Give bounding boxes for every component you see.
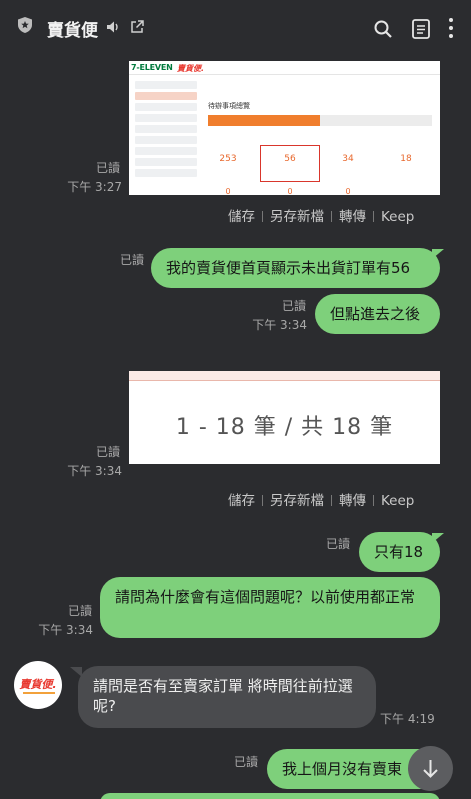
read-receipt: 已讀: [325, 537, 350, 551]
timestamp: 下午 3:34: [252, 318, 307, 332]
timestamp: 下午 3:27: [67, 180, 122, 194]
outgoing-message-partial[interactable]: [100, 793, 440, 799]
count-value: 0: [225, 187, 231, 195]
save-as-link[interactable]: 另存新檔: [270, 493, 324, 509]
search-icon[interactable]: [373, 19, 393, 39]
highlight-box: [260, 145, 320, 182]
screenshot-sidebar: [135, 81, 197, 180]
external-link-icon[interactable]: [129, 19, 145, 35]
count-value: 18: [400, 154, 412, 164]
outgoing-message[interactable]: 請問為什麼會有這個問題呢？以前使用都正常: [100, 577, 440, 638]
save-as-link[interactable]: 另存新檔: [270, 209, 324, 225]
brand-logo: 賣貨便.: [177, 64, 205, 73]
count-value: 34: [342, 154, 354, 164]
chevron-down-icon: [423, 760, 438, 778]
count-value: 0: [287, 187, 293, 195]
incoming-message[interactable]: 請問是否有至賣家訂單 將時間往前拉選呢?: [78, 666, 376, 728]
count-value: 0: [345, 187, 351, 195]
keep-link[interactable]: Keep: [381, 209, 414, 225]
image-message-2[interactable]: 1 - 18 筆 / 共 18 筆: [129, 371, 440, 464]
timestamp: 下午 3:34: [38, 623, 93, 637]
forward-link[interactable]: 轉傳: [339, 493, 366, 509]
read-receipt: 已讀: [119, 253, 144, 267]
read-receipt: 已讀: [95, 161, 120, 175]
image-actions: 儲存 另存新檔 轉傳 Keep: [228, 489, 414, 509]
save-link[interactable]: 儲存: [228, 493, 255, 509]
read-receipt: 已讀: [233, 755, 258, 769]
shield-icon: [18, 17, 32, 33]
image-band: [129, 371, 440, 381]
count-value: 253: [219, 154, 237, 164]
forward-link[interactable]: 轉傳: [339, 209, 366, 225]
screenshot-main: 待辦事項總覽 253 56 34 18 0 0 0: [206, 77, 438, 195]
read-receipt: 已讀: [67, 604, 92, 618]
read-receipt: 已讀: [281, 299, 306, 313]
outgoing-message[interactable]: 我的賣貨便首頁顯示未出貨訂單有56: [151, 248, 440, 288]
chat-title[interactable]: 賣貨便: [47, 16, 98, 41]
avatar-logo: 賣貨便.: [19, 678, 57, 691]
more-icon[interactable]: [447, 17, 455, 39]
screenshot-heading: 待辦事項總覽: [208, 102, 250, 110]
notes-icon[interactable]: [411, 18, 431, 40]
timestamp: 下午 4:19: [380, 712, 435, 726]
message-text: 但點進去之後: [330, 305, 421, 323]
image-actions: 儲存 另存新檔 轉傳 Keep: [228, 205, 414, 225]
avatar[interactable]: 賣貨便.: [14, 661, 62, 709]
screenshot-topbar: 7-ELEVEN 賣貨便.: [129, 61, 440, 75]
save-link[interactable]: 儲存: [228, 209, 255, 225]
pagination-text: 1 - 18 筆 / 共 18 筆: [175, 415, 394, 440]
message-text: 只有18: [374, 543, 424, 561]
message-text: 請問是否有至賣家訂單 將時間往前拉選呢?: [93, 677, 353, 715]
speaker-icon[interactable]: [105, 19, 121, 35]
outgoing-message[interactable]: 但點進去之後: [315, 294, 440, 334]
keep-link[interactable]: Keep: [381, 493, 414, 509]
timestamp: 下午 3:34: [67, 464, 122, 478]
scroll-to-bottom-button[interactable]: [408, 746, 453, 791]
message-text: 請問為什麼會有這個問題呢？以前使用都正常: [115, 588, 416, 606]
message-text: 我的賣貨便首頁顯示未出貨訂單有56: [166, 259, 411, 277]
seven-eleven-logo: 7-ELEVEN: [131, 63, 173, 72]
chat-header: 賣貨便: [0, 0, 471, 56]
message-text: 我上個月沒有賣東: [282, 760, 403, 778]
read-receipt: 已讀: [95, 445, 120, 459]
image-message-1[interactable]: 7-ELEVEN 賣貨便. 待辦事項總覽 253 56 34 18 0 0 0: [129, 61, 440, 195]
outgoing-message[interactable]: 只有18: [359, 532, 440, 572]
